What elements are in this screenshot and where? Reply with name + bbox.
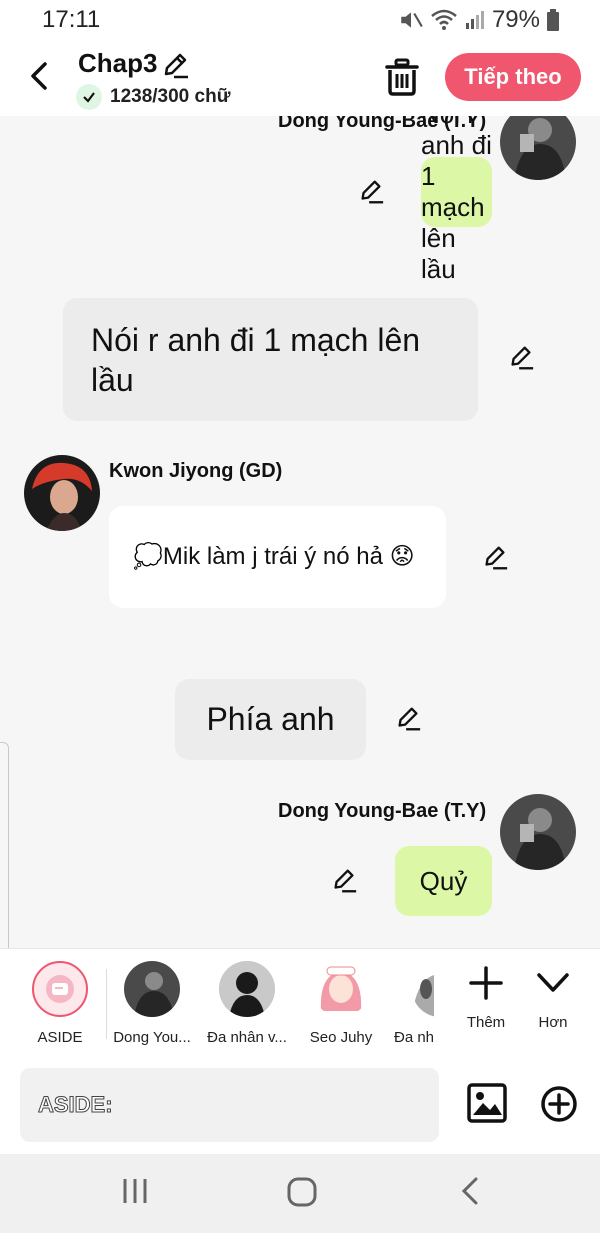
check-icon [76,84,102,110]
signal-icon [465,11,484,29]
pencil-icon [511,346,534,370]
pencil-icon [485,546,508,570]
character-label: Dong You... [113,1029,191,1046]
message-icon [46,975,74,1003]
chevron-down-icon [537,973,569,992]
character-seo-juhy[interactable]: Seo Juhy [301,961,381,1046]
message-input[interactable] [20,1068,439,1142]
aside-avatar [32,961,88,1017]
character-label: Đa nh [394,1029,435,1046]
more-button[interactable]: Thêm [456,963,516,1031]
back-icon [461,1177,478,1205]
add-button[interactable] [540,1085,578,1128]
edit-message-button[interactable] [481,544,509,572]
trash-icon [385,58,419,96]
divider [106,969,107,1039]
character-avatar [219,961,275,1017]
message-text: 💭Mik làm j trái ý nó hả 😟 [133,543,415,570]
recents-icon [123,1179,147,1203]
character-label: Đa nhân v... [207,1029,287,1046]
image-icon [467,1083,507,1123]
avatar-kwon-jiyong[interactable] [24,455,100,531]
avatar-dong-young-bae[interactable] [500,794,576,870]
avatar-dong-young-bae[interactable] [500,116,576,180]
header: Chap3 1238/300 chữ Tiếp theo [0,40,600,116]
character-da-nhan[interactable]: Đa nh [390,961,436,1046]
status-icons: 79% [398,6,560,34]
message-text: Phía anh [206,701,335,737]
pencil-icon [334,869,357,893]
system-back-button[interactable] [458,1176,482,1211]
narration-bubble[interactable]: Phía anh [175,679,366,760]
edge-panel-handle[interactable] [0,742,9,972]
home-icon [287,1177,317,1207]
character-aside[interactable]: ASIDE [20,961,100,1046]
word-count-text: 1238/300 chữ [110,86,231,107]
character-avatar [412,961,436,1017]
character-dong-young-bae[interactable]: Dong You... [112,961,192,1046]
recents-button[interactable] [120,1176,150,1211]
back-button[interactable] [22,56,56,96]
chevron-left-icon [31,62,47,90]
message-text: Quỷ [419,865,468,896]
pencil-icon [398,707,421,731]
pencil-icon [164,53,188,79]
chat-area: Dong Young-Bae (T.Y) Nói r anh đi 1 mạch… [0,116,600,948]
battery-icon [547,9,559,31]
message-text: Nói r anh đi 1 mạch lên lầu [91,321,421,398]
input-area [0,1058,600,1154]
next-button[interactable]: Tiếp theo [445,53,581,101]
title-edit-button[interactable] [160,50,190,85]
character-label: ASIDE [37,1029,83,1046]
page-title: Chap3 [78,48,158,78]
message-text: Nói r anh đi 1 mạch lên lầu [421,116,492,284]
message-bubble[interactable]: 💭Mik làm j trái ý nó hả 😟 [109,506,446,608]
delete-button[interactable] [384,58,420,101]
word-count: 1238/300 chữ [76,84,230,110]
add-image-button[interactable] [467,1083,507,1128]
edit-message-button[interactable] [394,705,422,733]
character-da-nhan-vat[interactable]: Đa nhân v... [207,961,287,1046]
character-bar: ASIDE Dong You... Đa nhân v... Seo Juhy … [0,948,600,1058]
character-avatar [313,961,369,1017]
plus-circle-icon [541,1086,577,1122]
narration-bubble[interactable]: Nói r anh đi 1 mạch lên lầu [63,298,478,421]
sender-name: Kwon Jiyong (GD) [109,460,283,482]
status-bar: 17:11 79% [0,0,600,40]
status-time: 17:11 [42,6,101,33]
less-button[interactable]: Hơn [523,963,583,1031]
sender-name: Dong Young-Bae (T.Y) [278,800,487,822]
mute-icon [401,12,423,28]
pencil-icon [361,180,384,204]
less-label: Hơn [538,1014,568,1031]
home-button[interactable] [286,1176,318,1213]
wifi-icon [431,9,457,30]
message-bubble[interactable]: Nói r anh đi 1 mạch lên lầu [421,116,492,284]
character-avatar [124,961,180,1017]
edit-message-button[interactable] [357,178,385,206]
more-label: Thêm [466,1014,506,1031]
message-bubble[interactable]: Quỷ [395,846,492,916]
edit-message-button[interactable] [330,867,358,895]
edit-message-button[interactable] [507,344,535,372]
plus-icon [469,966,503,1000]
character-label: Seo Juhy [309,1029,373,1046]
battery-percent: 79% [491,6,540,33]
navigation-bar [0,1154,600,1233]
